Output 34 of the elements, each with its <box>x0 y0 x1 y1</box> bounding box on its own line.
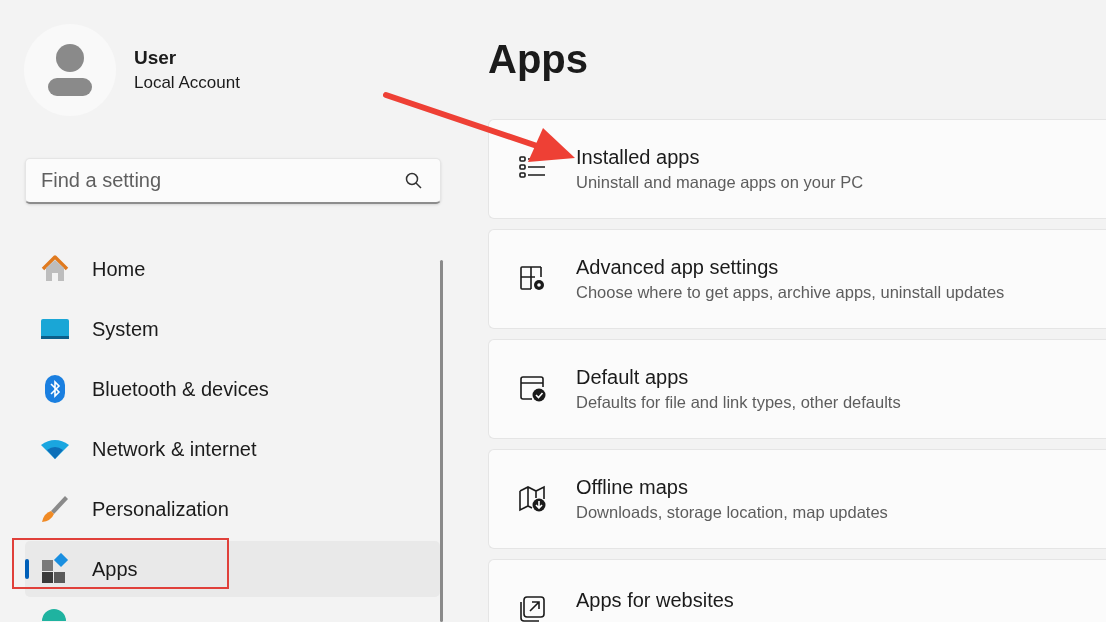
nav-label: Personalization <box>92 497 229 522</box>
account-type: Local Account <box>134 72 240 94</box>
settings-card[interactable]: Installed apps Uninstall and manage apps on your PC <box>488 119 1106 219</box>
card-title: Apps for websites <box>576 588 734 613</box>
card-title: Advanced app settings <box>576 255 780 280</box>
nav-item[interactable]: Personalization <box>25 481 440 537</box>
nav-label: Network & internet <box>92 437 257 462</box>
nav-item[interactable]: Network & internet <box>25 421 440 477</box>
settings-card[interactable]: Default apps Defaults for file and link types, other defaults <box>488 339 1106 439</box>
settings-card[interactable]: Offline maps Downloads, storage location, map updates <box>488 449 1106 549</box>
card-title: Default apps <box>576 365 690 390</box>
page-title: Apps <box>488 36 589 83</box>
search-icon <box>405 172 423 190</box>
card-description: Uninstall and manage apps on your PC <box>576 172 864 193</box>
user-name: User <box>134 46 178 70</box>
card-description: Choose where to get apps, archive apps, uninstall updates <box>576 282 1005 303</box>
nav-item[interactable]: Apps <box>25 541 440 597</box>
card-title: Installed apps <box>576 145 701 170</box>
nav-label: Apps <box>92 557 138 582</box>
selection-indicator <box>25 559 29 579</box>
nav-item[interactable]: System <box>25 301 440 357</box>
paintbrush-icon <box>39 493 71 525</box>
apps-icon <box>39 553 71 585</box>
card-description: Defaults for file and link types, other defaults <box>576 392 901 413</box>
settings-card[interactable]: Advanced app settings Choose where to get apps, archive apps, uninstall updates <box>488 229 1106 329</box>
card-title: Offline maps <box>576 475 689 500</box>
settings-card[interactable]: Apps for websites <box>488 559 1106 622</box>
nav-item[interactable]: Home <box>25 241 440 297</box>
search-field[interactable]: Find a setting <box>25 158 441 204</box>
nav-label: System <box>92 317 159 342</box>
nav-label: Bluetooth & devices <box>92 377 269 402</box>
nav-label: Home <box>92 257 146 282</box>
card-description: Downloads, storage location, map updates <box>576 502 888 523</box>
nav-item[interactable]: Bluetooth & devices <box>25 361 440 417</box>
